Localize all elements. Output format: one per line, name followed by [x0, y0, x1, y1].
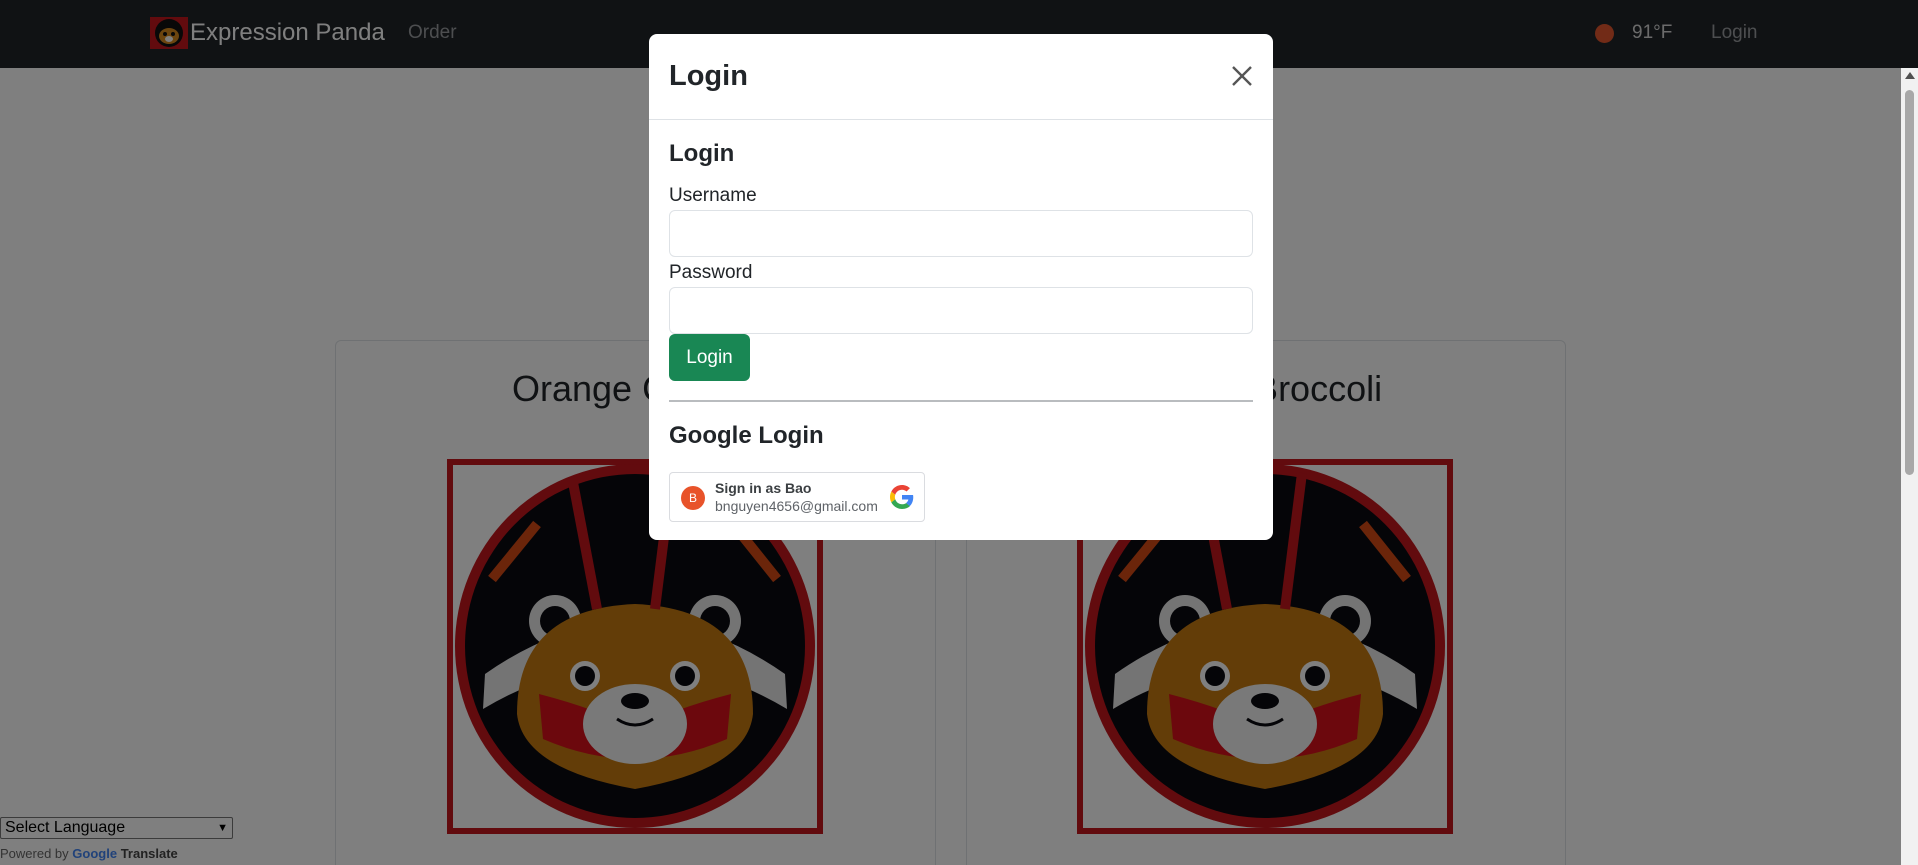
modal-header: Login: [649, 34, 1273, 120]
username-input[interactable]: [669, 210, 1253, 257]
login-modal: Login Login Username Password Login Goog…: [649, 34, 1273, 540]
scrollbar-thumb[interactable]: [1905, 90, 1914, 475]
password-input[interactable]: [669, 287, 1253, 334]
password-label: Password: [669, 262, 753, 283]
avatar: B: [681, 486, 705, 510]
google-g-icon: [890, 485, 914, 509]
login-submit-button[interactable]: Login: [669, 334, 750, 381]
google-account-email: bnguyen4656@gmail.com: [715, 498, 878, 514]
scroll-up-arrow-icon[interactable]: [1905, 72, 1915, 79]
google-account-name: Sign in as Bao: [715, 480, 812, 496]
username-label: Username: [669, 185, 757, 206]
google-sign-in-button[interactable]: B Sign in as Bao bnguyen4656@gmail.com: [669, 472, 925, 522]
close-icon[interactable]: [1228, 62, 1256, 90]
divider: [669, 400, 1253, 402]
modal-title: Login: [669, 60, 748, 92]
google-login-section-title: Google Login: [669, 422, 824, 449]
login-section-title: Login: [669, 140, 735, 167]
